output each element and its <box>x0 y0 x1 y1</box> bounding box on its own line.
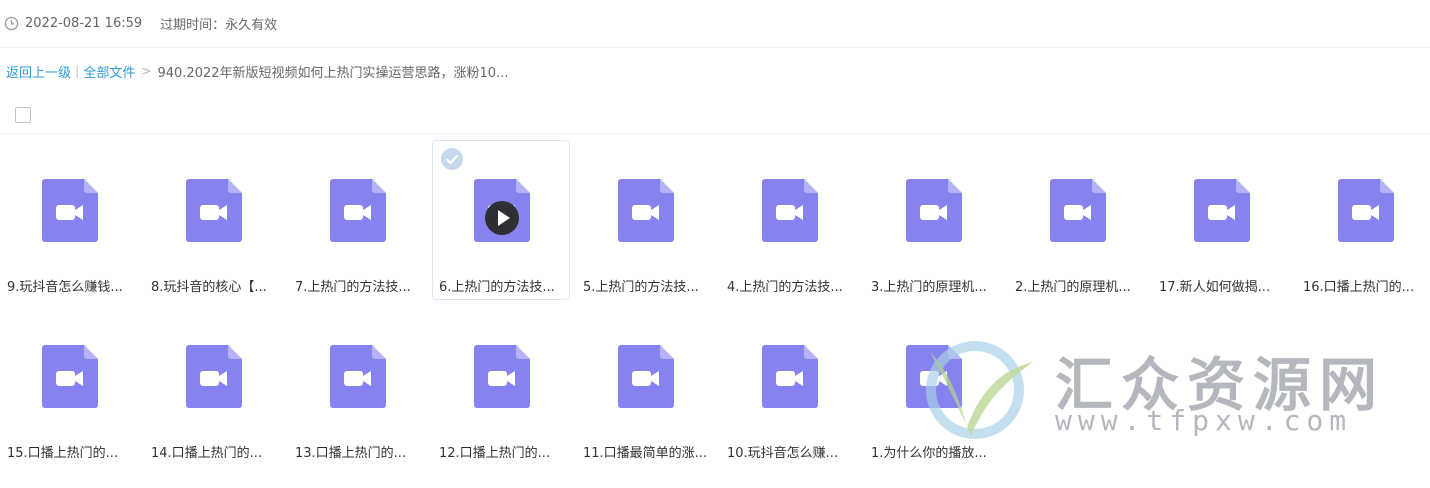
file-tile[interactable]: 10.玩抖音怎么赚... <box>720 306 858 466</box>
file-tile[interactable]: 2.上热门的原理机... <box>1008 140 1146 300</box>
select-all-row <box>0 96 1430 134</box>
video-file-icon <box>330 345 386 408</box>
video-file-icon <box>42 179 98 242</box>
file-tile[interactable]: 8.玩抖音的核心【... <box>144 140 282 300</box>
file-name: 17.新人如何做揭... <box>1159 280 1271 295</box>
video-file-icon <box>330 179 386 242</box>
file-tile[interactable]: 11.口播最简单的涨... <box>576 306 714 466</box>
file-name: 14.口播上热门的... <box>151 446 263 461</box>
file-tile[interactable]: 4.上热门的方法技... <box>720 140 858 300</box>
video-file-icon <box>1050 179 1106 242</box>
file-name: 2.上热门的原理机... <box>1015 280 1131 295</box>
file-name: 3.上热门的原理机... <box>871 280 987 295</box>
select-all-checkbox[interactable] <box>15 107 31 123</box>
file-name: 12.口播上热门的... <box>439 446 551 461</box>
video-file-icon <box>474 345 530 408</box>
file-name: 1.为什么你的播放... <box>871 446 987 461</box>
file-name: 16.口播上热门的... <box>1303 280 1415 295</box>
file-name: 10.玩抖音怎么赚... <box>727 446 839 461</box>
file-name: 11.口播最简单的涨... <box>583 446 708 461</box>
file-tile[interactable]: 13.口播上热门的... <box>288 306 426 466</box>
file-tile[interactable]: 17.新人如何做揭... <box>1152 140 1290 300</box>
current-folder-name: 940.2022年新版短视频如何上热门实操运营思路，涨粉10... <box>157 65 509 81</box>
clock-icon <box>4 16 19 31</box>
file-tile[interactable]: 16.口播上热门的... <box>1296 140 1430 300</box>
video-file-icon <box>1338 179 1394 242</box>
play-icon[interactable] <box>484 200 520 236</box>
all-files-link[interactable]: 全部文件 <box>83 62 135 81</box>
file-name: 13.口播上热门的... <box>295 446 407 461</box>
file-tile[interactable]: 12.口播上热门的... <box>432 306 570 466</box>
back-link[interactable]: 返回上一级 <box>6 62 71 81</box>
video-file-icon <box>762 345 818 408</box>
breadcrumb-arrow: > <box>141 64 152 78</box>
file-tile[interactable]: 7.上热门的方法技... <box>288 140 426 300</box>
breadcrumb: 返回上一级 | 全部文件 > 940.2022年新版短视频如何上热门实操运营思路… <box>6 62 509 81</box>
video-file-icon <box>618 179 674 242</box>
file-tile[interactable]: 9.玩抖音怎么赚钱... <box>0 140 138 300</box>
video-file-icon <box>1194 179 1250 242</box>
file-name: 7.上热门的方法技... <box>295 280 411 295</box>
video-file-icon <box>186 179 242 242</box>
file-name: 9.玩抖音怎么赚钱... <box>7 280 123 295</box>
file-tile[interactable]: 6.上热门的方法技... <box>432 140 570 300</box>
share-info-bar: 2022-08-21 16:59 过期时间：永久有效 <box>0 0 1430 48</box>
file-tile[interactable]: 14.口播上热门的... <box>144 306 282 466</box>
watermark-url: www.tfpxw.com <box>1055 404 1353 437</box>
watermark: 汇众资源网 www.tfpxw.com <box>905 332 1395 442</box>
video-file-icon <box>42 345 98 408</box>
video-file-icon <box>906 179 962 242</box>
file-tile[interactable]: 3.上热门的原理机... <box>864 140 1002 300</box>
expire-text: 过期时间：永久有效 <box>160 18 278 33</box>
file-name: 5.上热门的方法技... <box>583 280 699 295</box>
file-name: 8.玩抖音的核心【... <box>151 280 267 295</box>
file-tile[interactable]: 5.上热门的方法技... <box>576 140 714 300</box>
watermark-logo-icon <box>926 341 1033 439</box>
share-datetime: 2022-08-21 16:59 <box>25 16 143 31</box>
file-name: 15.口播上热门的... <box>7 446 119 461</box>
video-file-icon <box>186 345 242 408</box>
file-name: 6.上热门的方法技... <box>439 280 555 295</box>
video-file-icon <box>762 179 818 242</box>
breadcrumb-separator: | <box>75 63 80 79</box>
check-badge-icon[interactable] <box>441 148 463 170</box>
video-file-icon <box>618 345 674 408</box>
file-tile[interactable]: 15.口播上热门的... <box>0 306 138 466</box>
file-name: 4.上热门的方法技... <box>727 280 843 295</box>
